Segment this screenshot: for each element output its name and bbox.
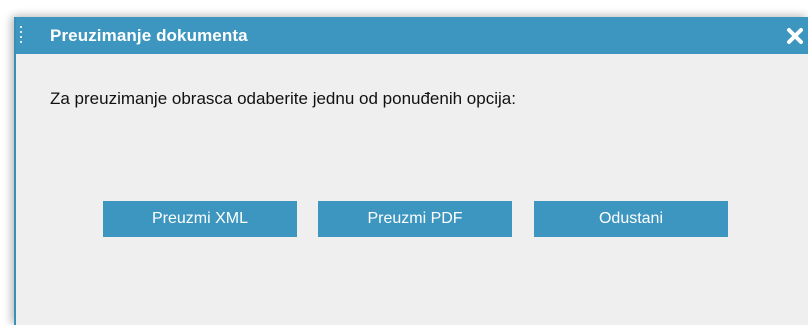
- dialog-titlebar[interactable]: Preuzimanje dokumenta: [16, 17, 808, 54]
- close-icon[interactable]: [785, 26, 805, 46]
- dialog-title: Preuzimanje dokumenta: [50, 26, 248, 45]
- download-xml-button[interactable]: Preuzmi XML: [103, 201, 297, 237]
- cancel-button[interactable]: Odustani: [534, 201, 728, 237]
- download-pdf-button[interactable]: Preuzmi PDF: [318, 201, 512, 237]
- dialog-message: Za preuzimanje obrasca odaberite jednu o…: [50, 89, 516, 108]
- download-dialog: Preuzimanje dokumenta Za preuzimanje obr…: [14, 17, 808, 325]
- drag-handle-icon[interactable]: [20, 26, 24, 46]
